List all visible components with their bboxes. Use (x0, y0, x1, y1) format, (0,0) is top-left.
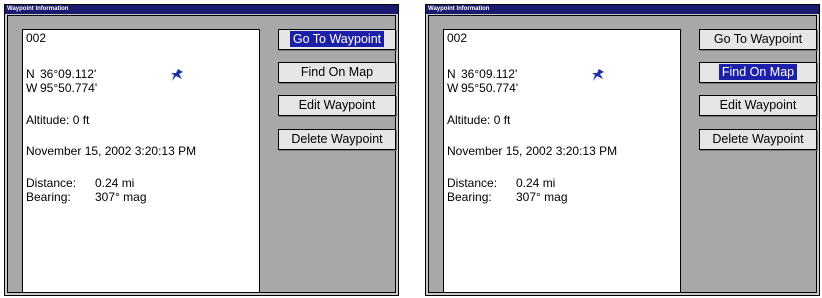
distance-label: Distance: (447, 176, 498, 190)
waypoint-name: 002 (26, 31, 47, 45)
longitude-row: W 95°50.774' (26, 81, 97, 95)
window-title: Waypoint Information (5, 5, 398, 14)
bearing-label: Bearing: (447, 190, 492, 204)
latitude-value: 36°09.112' (40, 67, 97, 81)
edit-waypoint-button[interactable]: Edit Waypoint (699, 95, 817, 116)
waypoint-details-panel: 002 N 36°09.112' W 95°50.774' Altitude: 0 … (443, 29, 681, 293)
delete-waypoint-button[interactable]: Delete Waypoint (278, 129, 396, 150)
longitude-hemisphere: W (447, 81, 459, 95)
bearing-label: Bearing: (26, 190, 71, 204)
go-to-waypoint-button[interactable]: Go To Waypoint (278, 29, 396, 50)
content-frame: 002 N 36°09.112' W 95°50.774' Altitude: 0 … (428, 15, 817, 293)
distance-label: Distance: (26, 176, 77, 190)
longitude-value: 95°50.774' (40, 81, 98, 95)
find-on-map-button[interactable]: Find On Map (699, 62, 817, 83)
date-time: November 15, 2002 3:20:13 PM (26, 144, 197, 158)
latitude-value: 36°09.112' (461, 67, 518, 81)
waypoint-name: 002 (447, 31, 468, 45)
waypoint-symbol-icon (592, 69, 604, 81)
latitude-row: N 36°09.112' (26, 67, 96, 81)
altitude: Altitude: 0 ft (26, 113, 90, 127)
distance-row: Distance: 0.24 mi (26, 176, 134, 190)
longitude-value: 95°50.774' (461, 81, 519, 95)
bearing-value: 307° mag (95, 190, 147, 204)
altitude: Altitude: 0 ft (447, 113, 511, 127)
latitude-row: N 36°09.112' (447, 67, 517, 81)
date-time: November 15, 2002 3:20:13 PM (447, 144, 618, 158)
waypoint-info-screen-left: Waypoint Information 002 N 36°09.112' W 95… (4, 4, 399, 296)
bearing-row: Bearing: 307° mag (447, 190, 568, 204)
distance-row: Distance: 0.24 mi (447, 176, 555, 190)
longitude-row: W 95°50.774' (447, 81, 518, 95)
waypoint-details-panel: 002 N 36°09.112' W 95°50.774' Altitude: 0 … (22, 29, 260, 293)
delete-waypoint-button[interactable]: Delete Waypoint (699, 129, 817, 150)
latitude-hemisphere: N (26, 67, 35, 81)
find-on-map-button[interactable]: Find On Map (278, 62, 396, 83)
window-title: Waypoint Information (426, 5, 819, 14)
latitude-hemisphere: N (447, 67, 456, 81)
go-to-waypoint-button[interactable]: Go To Waypoint (699, 29, 817, 50)
distance-value: 0.24 mi (516, 176, 556, 190)
edit-waypoint-button[interactable]: Edit Waypoint (278, 95, 396, 116)
content-frame: 002 N 36°09.112' W 95°50.774' Altitude: 0 … (7, 15, 396, 293)
bearing-value: 307° mag (516, 190, 568, 204)
bearing-row: Bearing: 307° mag (26, 190, 147, 204)
longitude-hemisphere: W (26, 81, 38, 95)
waypoint-info-screen-right: Waypoint Information 002 N 36°09.112' W 95… (425, 4, 820, 296)
waypoint-symbol-icon (171, 69, 183, 81)
distance-value: 0.24 mi (95, 176, 135, 190)
